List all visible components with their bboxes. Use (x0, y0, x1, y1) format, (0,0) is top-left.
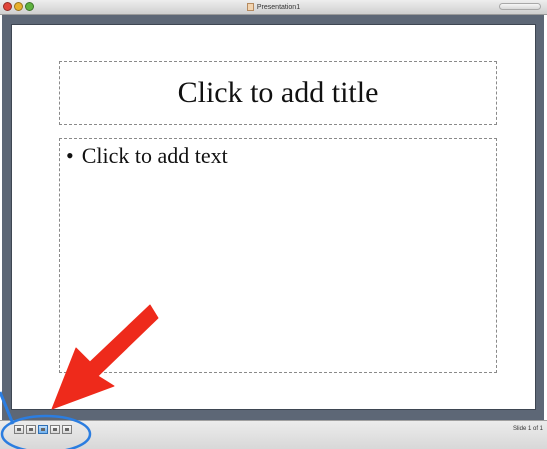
document-icon (246, 3, 254, 11)
slide-sorter-view-icon[interactable] (50, 425, 60, 434)
slide-canvas[interactable]: Click to add title • Click to add text (12, 25, 535, 409)
slide-count-label: Slide 1 of 1 (512, 426, 543, 432)
body-placeholder[interactable]: • Click to add text (59, 138, 497, 373)
status-bar: Slide 1 of 1 (0, 420, 547, 449)
title-placeholder-text: Click to add title (177, 76, 379, 109)
toolbar-toggle-button[interactable] (499, 3, 541, 10)
body-placeholder-text: Click to add text (81, 143, 228, 168)
normal-view-icon[interactable] (14, 425, 24, 434)
bullet-marker: • (66, 143, 74, 168)
view-buttons-group (14, 425, 72, 435)
outline-view-icon[interactable] (26, 425, 36, 434)
title-placeholder[interactable]: Click to add title (59, 61, 497, 125)
window-title: Presentation1 (256, 3, 301, 11)
slide-view-icon[interactable] (38, 425, 48, 434)
window-title-group: Presentation1 (0, 0, 547, 14)
body-bullet-row: • Click to add text (66, 143, 490, 169)
title-bar[interactable]: Presentation1 (0, 0, 547, 15)
slide-editing-area: Click to add title • Click to add text (2, 15, 544, 420)
presentation-window: Presentation1 Click to add title • Click… (0, 0, 547, 449)
slide-show-view-icon[interactable] (62, 425, 72, 434)
